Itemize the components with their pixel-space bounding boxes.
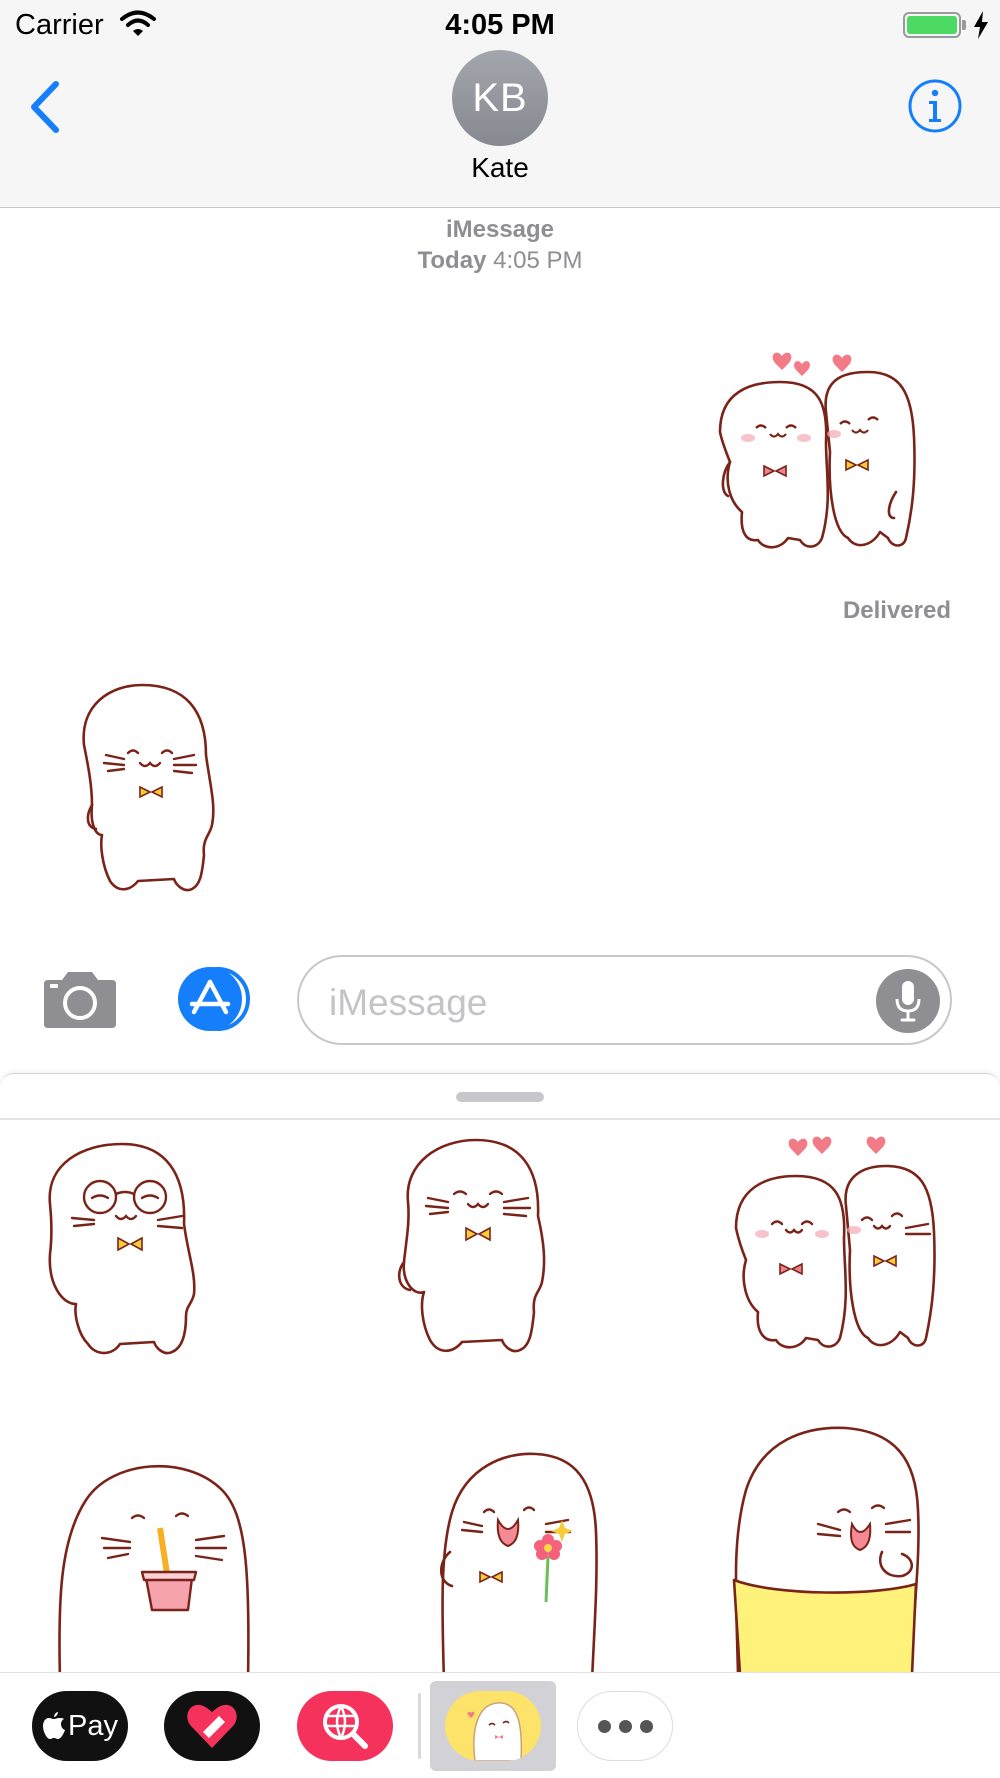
sticker-grid xyxy=(0,1120,1000,1673)
charging-bolt-icon xyxy=(974,11,988,39)
status-time: 4:05 PM xyxy=(445,9,555,41)
app-store-icon[interactable] xyxy=(170,966,256,1032)
sticker-seal-yellow-pants[interactable] xyxy=(726,1420,936,1673)
seal-app-icon xyxy=(467,1702,523,1761)
battery-icon xyxy=(903,12,961,38)
timestamp-time: 4:05 PM xyxy=(493,247,583,274)
service-label: iMessage xyxy=(445,216,555,243)
timestamp-date: Today xyxy=(417,247,487,274)
drawer-grabber[interactable] xyxy=(456,1092,544,1102)
battery-cap xyxy=(962,20,966,30)
apple-pay-button[interactable]: Pay xyxy=(32,1691,128,1761)
search-images-app-button[interactable] xyxy=(297,1691,393,1761)
apple-pay-label: Pay xyxy=(68,1709,118,1742)
message-placeholder: iMessage xyxy=(329,982,488,1023)
chevron-left-icon[interactable] xyxy=(26,79,62,135)
info-icon[interactable] xyxy=(907,78,963,134)
microphone-icon xyxy=(895,981,921,1022)
sticker-seal-standing[interactable] xyxy=(380,1132,560,1360)
contact-name[interactable]: Kate xyxy=(0,152,1000,184)
camera-icon[interactable] xyxy=(40,970,120,1030)
more-dot xyxy=(597,1719,611,1733)
conversation-header: KB Kate xyxy=(0,50,1000,208)
sticker-seal-flower[interactable] xyxy=(436,1442,606,1673)
delivered-status: Delivered xyxy=(842,597,951,624)
sticker-seal-drinking[interactable] xyxy=(56,1450,256,1673)
globe-search-icon xyxy=(323,1704,368,1749)
message-timestamp: Today 4:05 PM xyxy=(0,247,1000,275)
received-sticker-seal[interactable] xyxy=(66,675,226,895)
sticker-seal-glasses[interactable] xyxy=(36,1134,216,1360)
message-input[interactable]: iMessage xyxy=(297,955,952,1045)
heart-stickers-app-button[interactable] xyxy=(164,1691,260,1761)
sticker-drawer xyxy=(0,1073,1000,1673)
microphone-button[interactable] xyxy=(876,969,940,1033)
more-apps-button[interactable] xyxy=(577,1691,673,1761)
more-dot xyxy=(639,1719,653,1733)
more-dot xyxy=(618,1719,632,1733)
strip-separator xyxy=(418,1693,421,1759)
avatar[interactable]: KB xyxy=(452,50,548,146)
status-bar: Carrier 4:05 PM xyxy=(0,0,1000,50)
imessage-app-strip: Pay xyxy=(0,1672,1000,1778)
apple-logo-icon xyxy=(43,1712,65,1739)
sent-sticker-seal-couple[interactable] xyxy=(700,342,950,557)
seal-stickers-app-button[interactable] xyxy=(430,1681,556,1771)
heart-icon xyxy=(187,1704,237,1748)
sticker-seal-couple-hearts[interactable] xyxy=(716,1128,972,1360)
